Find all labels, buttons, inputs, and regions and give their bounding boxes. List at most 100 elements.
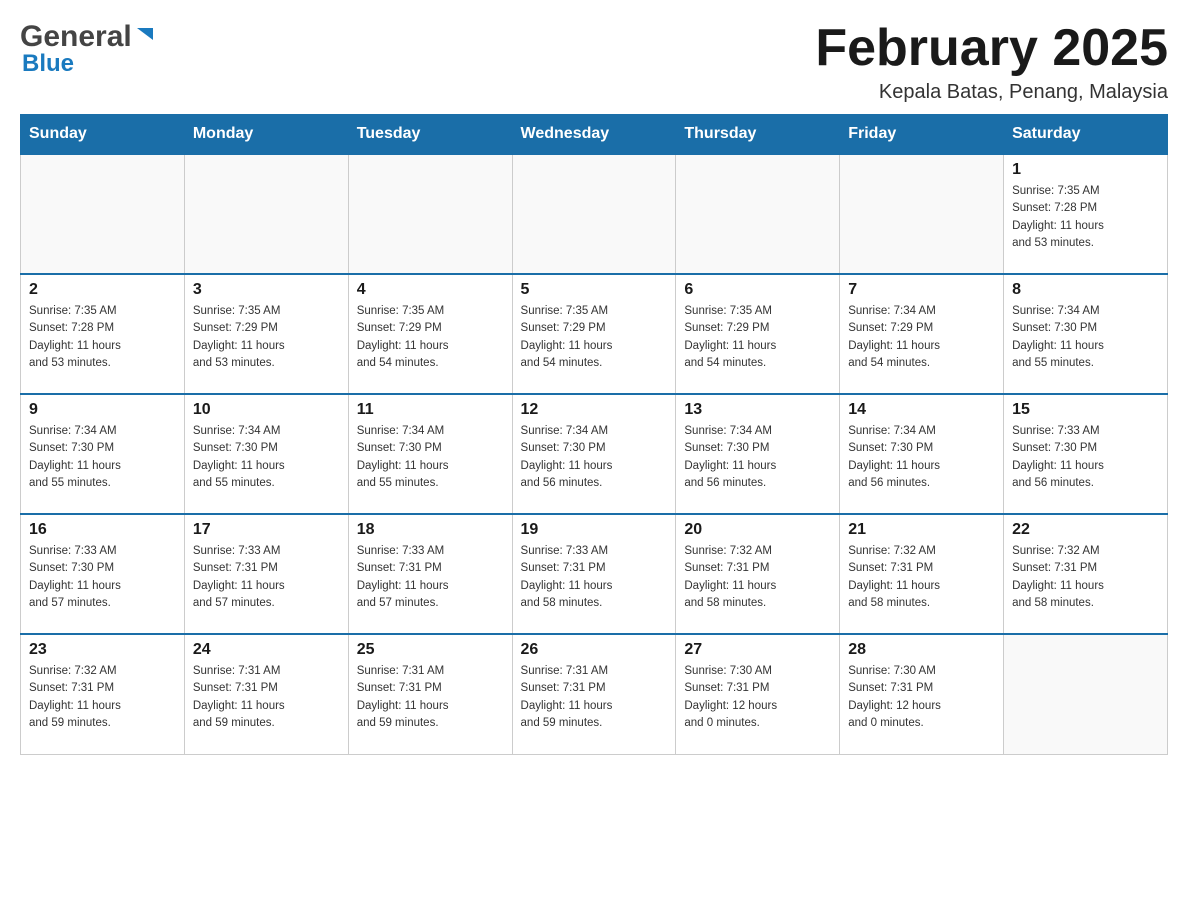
logo-blue-text: Blue: [20, 50, 74, 78]
day-info: Sunrise: 7:35 AMSunset: 7:29 PMDaylight:…: [684, 303, 831, 372]
day-info: Sunrise: 7:35 AMSunset: 7:29 PMDaylight:…: [357, 303, 504, 372]
day-number: 22: [1012, 521, 1159, 539]
calendar-header-monday: Monday: [184, 115, 348, 155]
calendar-day-cell: 11Sunrise: 7:34 AMSunset: 7:30 PMDayligh…: [348, 394, 512, 514]
calendar-header-friday: Friday: [840, 115, 1004, 155]
day-number: 14: [848, 401, 995, 419]
month-title: February 2025: [815, 20, 1168, 77]
day-info: Sunrise: 7:35 AMSunset: 7:28 PMDaylight:…: [1012, 183, 1159, 252]
calendar-day-cell: 3 Sunrise: 7:35 AMSunset: 7:29 PMDaylight…: [184, 274, 348, 394]
day-number: 4: [357, 281, 504, 299]
page-header: General Blue February 2025 Kepala Batas,…: [20, 20, 1168, 104]
day-number: 10: [193, 401, 340, 419]
calendar-day-cell: 4 Sunrise: 7:35 AMSunset: 7:29 PMDaylight…: [348, 274, 512, 394]
day-number: 17: [193, 521, 340, 539]
logo-general-text: General: [20, 20, 132, 54]
calendar-day-cell: 5Sunrise: 7:35 AMSunset: 7:29 PMDaylight…: [512, 274, 676, 394]
day-number: 18: [357, 521, 504, 539]
day-number: 11: [357, 401, 504, 419]
calendar-day-cell: 15 Sunrise: 7:33 AMSunset: 7:30 PMDayligh…: [1004, 394, 1168, 514]
calendar-day-cell: [348, 154, 512, 274]
day-info: Sunrise: 7:32 AMSunset: 7:31 PMDaylight:…: [684, 543, 831, 612]
logo-arrow-icon: [135, 24, 157, 51]
logo: General Blue: [20, 20, 157, 78]
day-number: 21: [848, 521, 995, 539]
day-info: Sunrise: 7:31 AMSunset: 7:31 PMDaylight:…: [193, 663, 340, 732]
calendar-day-cell: 9 Sunrise: 7:34 AMSunset: 7:30 PMDaylight…: [21, 394, 185, 514]
calendar-day-cell: [184, 154, 348, 274]
calendar-day-cell: 20 Sunrise: 7:32 AMSunset: 7:31 PMDayligh…: [676, 514, 840, 634]
calendar-table: SundayMondayTuesdayWednesdayThursdayFrid…: [20, 114, 1168, 755]
calendar-day-cell: [1004, 634, 1168, 754]
calendar-day-cell: 12Sunrise: 7:34 AMSunset: 7:30 PMDayligh…: [512, 394, 676, 514]
calendar-header-wednesday: Wednesday: [512, 115, 676, 155]
calendar-day-cell: 27 Sunrise: 7:30 AMSunset: 7:31 PMDayligh…: [676, 634, 840, 754]
calendar-day-cell: 22 Sunrise: 7:32 AMSunset: 7:31 PMDayligh…: [1004, 514, 1168, 634]
title-section: February 2025 Kepala Batas, Penang, Mala…: [815, 20, 1168, 104]
day-number: 24: [193, 641, 340, 659]
day-info: Sunrise: 7:34 AMSunset: 7:30 PMDaylight:…: [29, 423, 176, 492]
day-number: 27: [684, 641, 831, 659]
day-info: Sunrise: 7:31 AMSunset: 7:31 PMDaylight:…: [521, 663, 668, 732]
calendar-header-sunday: Sunday: [21, 115, 185, 155]
calendar-day-cell: 25 Sunrise: 7:31 AMSunset: 7:31 PMDayligh…: [348, 634, 512, 754]
calendar-day-cell: 7 Sunrise: 7:34 AMSunset: 7:29 PMDaylight…: [840, 274, 1004, 394]
day-number: 16: [29, 521, 176, 539]
calendar-header-row: SundayMondayTuesdayWednesdayThursdayFrid…: [21, 115, 1168, 155]
day-number: 6: [684, 281, 831, 299]
day-info: Sunrise: 7:34 AMSunset: 7:30 PMDaylight:…: [848, 423, 995, 492]
day-number: 1: [1012, 161, 1159, 179]
day-number: 23: [29, 641, 176, 659]
day-info: Sunrise: 7:34 AMSunset: 7:30 PMDaylight:…: [193, 423, 340, 492]
calendar-day-cell: [512, 154, 676, 274]
calendar-day-cell: 21 Sunrise: 7:32 AMSunset: 7:31 PMDayligh…: [840, 514, 1004, 634]
day-number: 2: [29, 281, 176, 299]
calendar-week-row: 23 Sunrise: 7:32 AMSunset: 7:31 PMDayligh…: [21, 634, 1168, 754]
location-text: Kepala Batas, Penang, Malaysia: [815, 81, 1168, 104]
calendar-day-cell: [840, 154, 1004, 274]
day-number: 9: [29, 401, 176, 419]
day-number: 19: [521, 521, 668, 539]
calendar-day-cell: 8 Sunrise: 7:34 AMSunset: 7:30 PMDaylight…: [1004, 274, 1168, 394]
day-info: Sunrise: 7:34 AMSunset: 7:30 PMDaylight:…: [1012, 303, 1159, 372]
day-info: Sunrise: 7:32 AMSunset: 7:31 PMDaylight:…: [29, 663, 176, 732]
day-number: 25: [357, 641, 504, 659]
day-number: 8: [1012, 281, 1159, 299]
day-info: Sunrise: 7:31 AMSunset: 7:31 PMDaylight:…: [357, 663, 504, 732]
calendar-day-cell: 26 Sunrise: 7:31 AMSunset: 7:31 PMDayligh…: [512, 634, 676, 754]
calendar-day-cell: 19 Sunrise: 7:33 AMSunset: 7:31 PMDayligh…: [512, 514, 676, 634]
day-number: 13: [684, 401, 831, 419]
day-info: Sunrise: 7:33 AMSunset: 7:31 PMDaylight:…: [521, 543, 668, 612]
day-info: Sunrise: 7:33 AMSunset: 7:31 PMDaylight:…: [357, 543, 504, 612]
day-info: Sunrise: 7:33 AMSunset: 7:30 PMDaylight:…: [1012, 423, 1159, 492]
calendar-header-saturday: Saturday: [1004, 115, 1168, 155]
day-number: 28: [848, 641, 995, 659]
calendar-day-cell: 1 Sunrise: 7:35 AMSunset: 7:28 PMDaylight…: [1004, 154, 1168, 274]
calendar-day-cell: [676, 154, 840, 274]
calendar-day-cell: 16 Sunrise: 7:33 AMSunset: 7:30 PMDayligh…: [21, 514, 185, 634]
calendar-header-thursday: Thursday: [676, 115, 840, 155]
day-info: Sunrise: 7:34 AMSunset: 7:29 PMDaylight:…: [848, 303, 995, 372]
calendar-week-row: 9 Sunrise: 7:34 AMSunset: 7:30 PMDaylight…: [21, 394, 1168, 514]
calendar-day-cell: 24 Sunrise: 7:31 AMSunset: 7:31 PMDayligh…: [184, 634, 348, 754]
calendar-week-row: 16 Sunrise: 7:33 AMSunset: 7:30 PMDayligh…: [21, 514, 1168, 634]
day-number: 7: [848, 281, 995, 299]
day-number: 15: [1012, 401, 1159, 419]
day-info: Sunrise: 7:34 AMSunset: 7:30 PMDaylight:…: [684, 423, 831, 492]
calendar-day-cell: 2Sunrise: 7:35 AMSunset: 7:28 PMDaylight…: [21, 274, 185, 394]
day-number: 20: [684, 521, 831, 539]
calendar-header-tuesday: Tuesday: [348, 115, 512, 155]
calendar-day-cell: [21, 154, 185, 274]
day-info: Sunrise: 7:35 AMSunset: 7:29 PMDaylight:…: [193, 303, 340, 372]
day-info: Sunrise: 7:32 AMSunset: 7:31 PMDaylight:…: [848, 543, 995, 612]
day-info: Sunrise: 7:34 AMSunset: 7:30 PMDaylight:…: [521, 423, 668, 492]
calendar-day-cell: 28Sunrise: 7:30 AMSunset: 7:31 PMDayligh…: [840, 634, 1004, 754]
calendar-day-cell: 10 Sunrise: 7:34 AMSunset: 7:30 PMDayligh…: [184, 394, 348, 514]
day-info: Sunrise: 7:30 AMSunset: 7:31 PMDaylight:…: [684, 663, 831, 732]
calendar-day-cell: 14 Sunrise: 7:34 AMSunset: 7:30 PMDayligh…: [840, 394, 1004, 514]
day-info: Sunrise: 7:33 AMSunset: 7:30 PMDaylight:…: [29, 543, 176, 612]
day-info: Sunrise: 7:32 AMSunset: 7:31 PMDaylight:…: [1012, 543, 1159, 612]
calendar-day-cell: 6 Sunrise: 7:35 AMSunset: 7:29 PMDaylight…: [676, 274, 840, 394]
day-number: 3: [193, 281, 340, 299]
day-number: 26: [521, 641, 668, 659]
